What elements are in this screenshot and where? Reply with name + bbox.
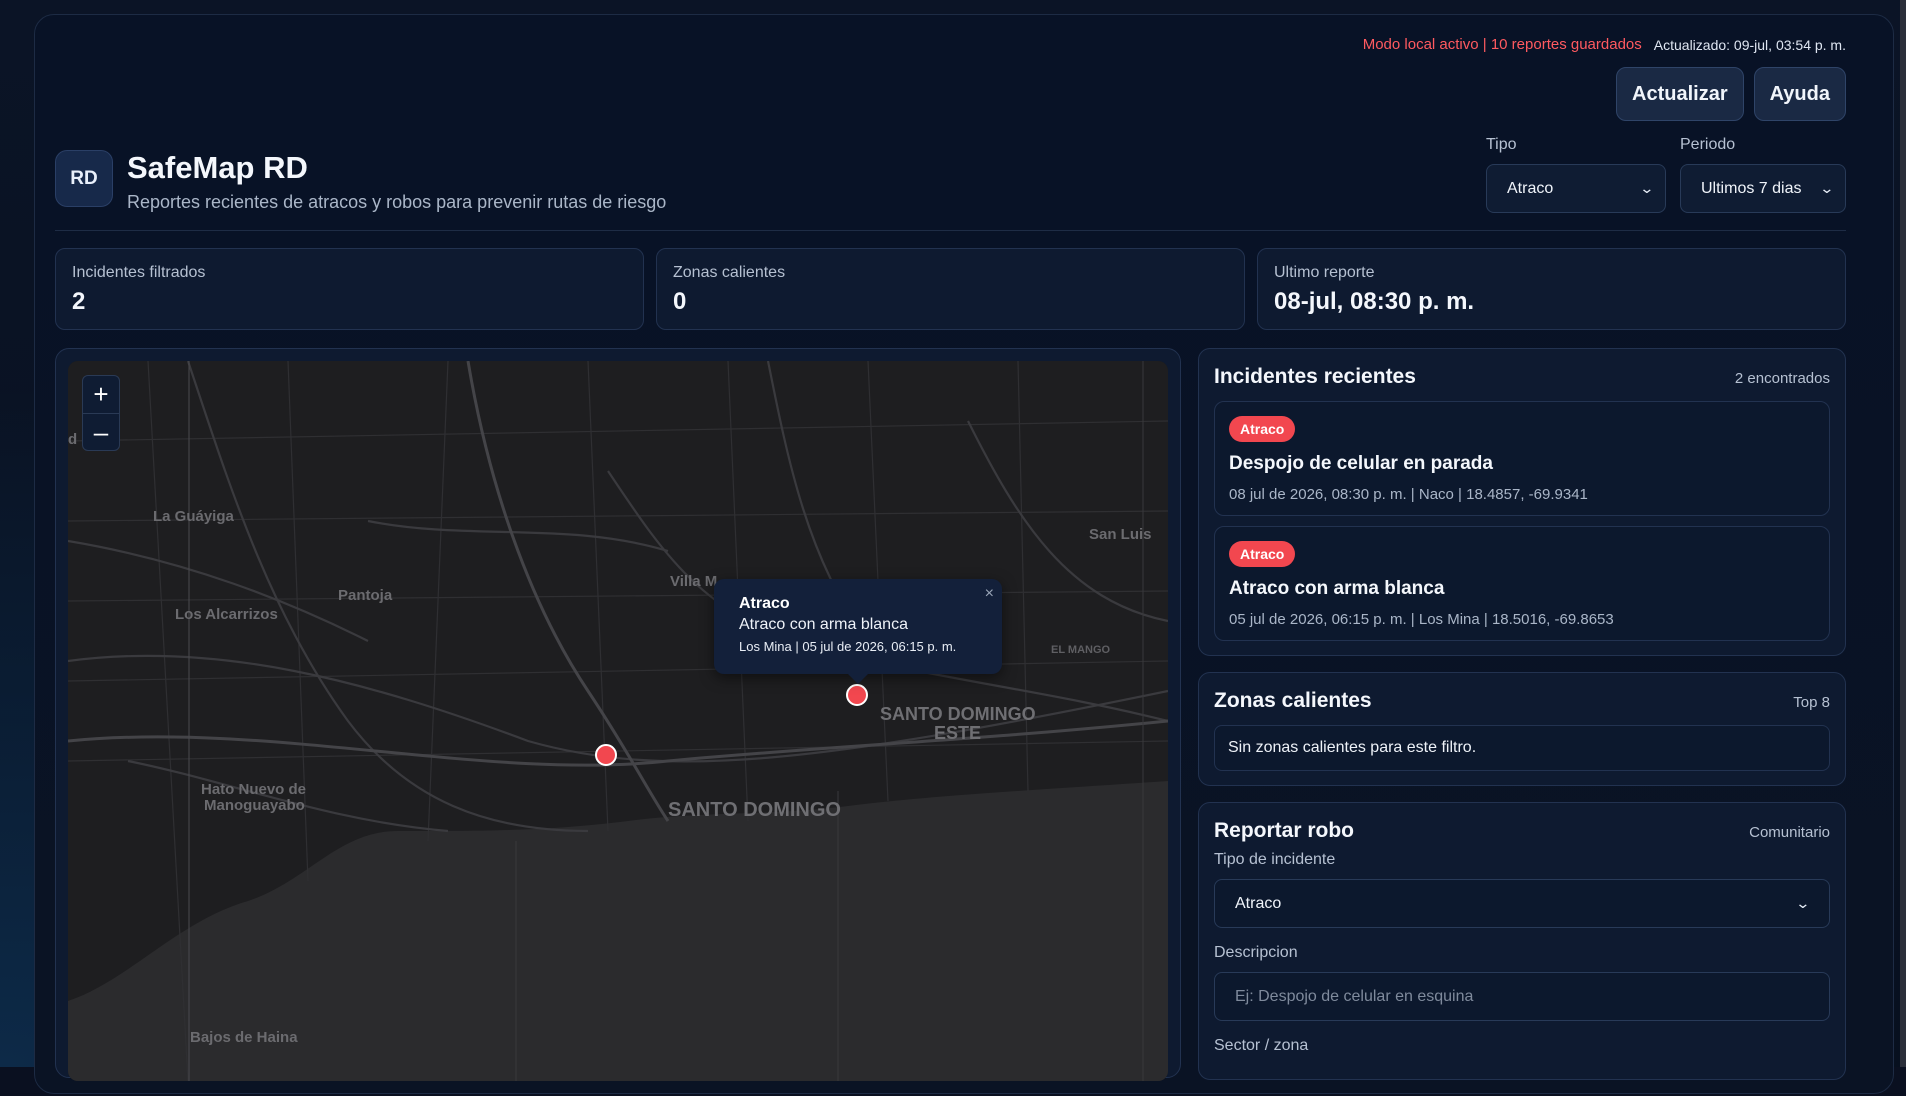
help-button[interactable]: Ayuda [1754, 67, 1846, 121]
map-label: SANTO DOMINGO [880, 704, 1036, 725]
incident-marker-naco[interactable] [595, 744, 617, 766]
results-count: 2 encontrados [1735, 370, 1830, 387]
header-divider [55, 230, 1846, 231]
report-panel: Reportar robo Comunitario Tipo de incide… [1198, 802, 1846, 1080]
period-filter-label: Periodo [1680, 136, 1846, 154]
recent-incidents-panel: Incidentes recientes 2 encontrados Atrac… [1198, 348, 1846, 656]
stat-value: 2 [72, 288, 627, 316]
description-input[interactable]: Ej: Despojo de celular en esquina [1214, 972, 1830, 1021]
type-select-value: Atraco [1507, 180, 1553, 198]
incident-popup: × Atraco Atraco con arma blanca Los Mina… [714, 579, 1002, 674]
page-subtitle: Reportes recientes de atracos y robos pa… [127, 192, 666, 213]
incident-title: Despojo de celular en parada [1229, 453, 1815, 475]
top-tag: Top 8 [1793, 694, 1830, 711]
chevron-down-icon: ⌄ [1640, 180, 1655, 197]
map-label: La Guáyiga [153, 508, 234, 525]
type-filter: Tipo Atraco ⌄ [1486, 136, 1666, 213]
stat-value: 0 [673, 288, 1228, 316]
updated-timestamp: Actualizado: 09-jul, 03:54 p. m. [1654, 37, 1846, 53]
brand-header: RD SafeMap RD Reportes recientes de atra… [55, 150, 666, 213]
map-label: Los Alcarrizos [175, 606, 278, 623]
map-label: SANTO DOMINGO [668, 799, 841, 822]
type-select[interactable]: Atraco ⌄ [1486, 164, 1666, 213]
community-tag: Comunitario [1749, 824, 1830, 841]
close-icon[interactable]: × [985, 585, 994, 603]
panel-title: Incidentes recientes [1214, 365, 1416, 389]
logo: RD [55, 150, 113, 207]
incident-meta: 08 jul de 2026, 08:30 p. m. | Naco | 18.… [1229, 486, 1815, 503]
popup-meta: Los Mina | 05 jul de 2026, 06:15 p. m. [739, 639, 976, 654]
incident-type-value: Atraco [1235, 895, 1281, 913]
incident-meta: 05 jul de 2026, 06:15 p. m. | Los Mina |… [1229, 611, 1815, 628]
map-label: EL MANGO [1051, 644, 1110, 656]
stat-label: Incidentes filtrados [72, 264, 627, 282]
empty-state: Sin zonas calientes para este filtro. [1214, 725, 1830, 771]
filters: Tipo Atraco ⌄ Periodo Ultimos 7 dias ⌄ [1486, 136, 1846, 213]
map-label: Villa M [670, 573, 717, 590]
period-filter: Periodo Ultimos 7 dias ⌄ [1680, 136, 1846, 213]
hot-zones-panel: Zonas calientes Top 8 Sin zonas caliente… [1198, 672, 1846, 786]
sector-label: Sector / zona [1214, 1037, 1830, 1055]
incident-card[interactable]: Atraco Despojo de celular en parada 08 j… [1214, 401, 1830, 516]
map-label: d [68, 431, 77, 448]
chevron-down-icon: ⌄ [1820, 180, 1835, 197]
map-label: Hato Nuevo de [201, 781, 306, 798]
panel-title: Zonas calientes [1214, 689, 1372, 713]
map-label: Manoguayabo [204, 797, 305, 814]
incident-type-select[interactable]: Atraco ⌄ [1214, 879, 1830, 928]
popup-description: Atraco con arma blanca [739, 616, 976, 634]
description-placeholder: Ej: Despojo de celular en esquina [1235, 988, 1473, 1006]
period-select[interactable]: Ultimos 7 dias ⌄ [1680, 164, 1846, 213]
stat-last-report: Ultimo reporte 08-jul, 08:30 p. m. [1257, 248, 1846, 330]
stat-label: Zonas calientes [673, 264, 1228, 282]
description-label: Descripcion [1214, 944, 1830, 962]
status-bar: Modo local activo | 10 reportes guardado… [1363, 36, 1846, 53]
map-label: Bajos de Haina [190, 1029, 298, 1046]
map-label: ESTE [934, 723, 981, 744]
map-label: Pantoja [338, 587, 392, 604]
window-edge [1900, 0, 1906, 1067]
incident-title: Atraco con arma blanca [1229, 578, 1815, 600]
stat-filtered-incidents: Incidentes filtrados 2 [55, 248, 644, 330]
stat-hot-zones: Zonas calientes 0 [656, 248, 1245, 330]
incident-type-label: Tipo de incidente [1214, 851, 1830, 869]
map-label: San Luis [1089, 526, 1152, 543]
stat-label: Ultimo reporte [1274, 264, 1829, 282]
refresh-button[interactable]: Actualizar [1616, 67, 1744, 121]
popup-type: Atraco [739, 595, 976, 613]
zoom-in-button[interactable]: + [83, 376, 119, 413]
incident-marker-los-mina[interactable] [846, 684, 868, 706]
chevron-down-icon: ⌄ [1796, 895, 1811, 912]
map-card: + – d La Guáyiga San Luis Pantoja Villa … [55, 348, 1181, 1078]
incident-card[interactable]: Atraco Atraco con arma blanca 05 jul de … [1214, 526, 1830, 641]
zoom-control: + – [82, 375, 120, 451]
zoom-out-button[interactable]: – [83, 413, 119, 450]
stat-value: 08-jul, 08:30 p. m. [1274, 288, 1829, 316]
page-title: SafeMap RD [127, 150, 666, 186]
map-view[interactable]: + – d La Guáyiga San Luis Pantoja Villa … [68, 361, 1168, 1081]
incident-type-badge: Atraco [1229, 416, 1295, 442]
top-actions: Actualizar Ayuda [1616, 67, 1846, 121]
stats-row: Incidentes filtrados 2 Zonas calientes 0… [55, 248, 1846, 330]
period-select-value: Ultimos 7 dias [1701, 180, 1801, 198]
local-mode-status: Modo local activo | 10 reportes guardado… [1363, 36, 1642, 53]
sidebar: Incidentes recientes 2 encontrados Atrac… [1198, 348, 1846, 1096]
incident-type-badge: Atraco [1229, 541, 1295, 567]
panel-title: Reportar robo [1214, 819, 1354, 843]
type-filter-label: Tipo [1486, 136, 1666, 154]
